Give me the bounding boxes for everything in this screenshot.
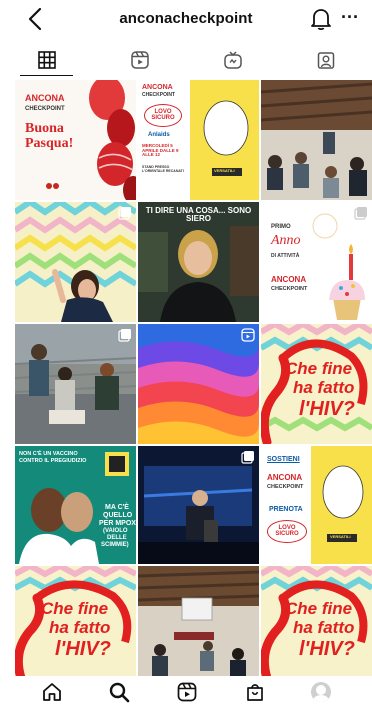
post-first-anniversary[interactable]: PRIMO Anno DI ATTIVITÀ ANCONA CHECKPOINT — [261, 202, 372, 322]
mpox-line8: SCIMMIE) — [101, 542, 129, 548]
post-girl-pointing[interactable] — [15, 202, 136, 322]
posts-grid: ANCONA CHECKPOINT Buona Pasqua! ANCONA CHE… — [15, 80, 372, 676]
reels-icon — [241, 328, 255, 342]
more-options-icon[interactable]: ··· — [340, 6, 360, 30]
anniversary-line3: DI ATTIVITÀ — [271, 253, 300, 259]
hiv-text-line2: ha fatto — [293, 378, 355, 397]
event-place: STAND PRESSO L'ORIENTALE RECANATI — [142, 165, 184, 173]
carousel-icon — [354, 207, 367, 220]
sostieni-text: SOSTIENI — [267, 456, 300, 463]
grid-icon — [37, 51, 56, 69]
carousel-icon — [241, 451, 254, 464]
lovo-badge: LOVO SICURO — [267, 520, 307, 543]
lovo-sostieni-image — [311, 446, 372, 564]
anniversary-line1: PRIMO — [271, 224, 291, 230]
igtv-icon — [223, 51, 242, 69]
carousel-icon — [118, 329, 131, 342]
post-conference-room[interactable] — [138, 566, 259, 676]
home-icon[interactable] — [41, 681, 63, 703]
brand-logo: ANCONA CHECKPOINT — [267, 473, 304, 491]
lovo-badge: LOVO SICURO — [144, 104, 182, 127]
post-mpox-vaccine[interactable]: NON C'È UN VACCINO CONTRO IL PREGIUDIZIO… — [15, 446, 136, 564]
post-che-fine-hiv-1[interactable]: Che fine ha fatto l'HIV? — [261, 324, 372, 444]
tab-reels[interactable] — [93, 44, 186, 76]
hiv-text-line1: Che fine — [285, 359, 353, 378]
org-name: Anlaids — [148, 132, 170, 138]
reels-icon — [130, 51, 149, 69]
mpox-line5: PER MPOX — [99, 520, 136, 527]
tab-grid[interactable] — [0, 44, 93, 76]
mpox-line4: QUELLO — [103, 512, 133, 519]
profile-avatar[interactable] — [311, 682, 332, 702]
post-group-meeting[interactable] — [261, 80, 372, 200]
group-meeting-photo — [261, 80, 372, 200]
carousel-icon — [118, 207, 131, 220]
event-date: MERCOLEDÌ 5 APRILE DALLE 9 ALLE 12 — [142, 143, 179, 158]
students-photo — [15, 324, 136, 444]
profile-tabs — [0, 44, 372, 76]
post-students-steps[interactable] — [15, 324, 136, 444]
cupcake-image — [312, 213, 365, 320]
tab-igtv[interactable] — [186, 44, 279, 76]
notification-bell-icon[interactable] — [310, 7, 332, 31]
versatili-badge: VERSATILI — [214, 168, 235, 173]
mpox-line6: (VAIOLO — [103, 528, 128, 534]
hiv-text-line1: Che fine — [285, 599, 353, 618]
hiv-text-line3: l'HIV? — [299, 638, 355, 660]
tagged-icon — [317, 52, 334, 69]
conference-photo — [138, 566, 259, 676]
mpox-line7: DELLE — [107, 535, 127, 541]
bottom-navigation — [0, 676, 372, 708]
post-reel-waves[interactable] — [138, 324, 259, 444]
post-che-fine-hiv-2[interactable]: Che fine ha fatto l'HIV? — [15, 566, 136, 676]
hiv-text-line1: Che fine — [41, 599, 109, 618]
hiv-text-line3: l'HIV? — [299, 398, 355, 420]
post-tv-interview[interactable] — [138, 446, 259, 564]
mpox-line1: NON C'È UN VACCINO — [19, 451, 78, 457]
post-sostieni-lovo[interactable]: SOSTIENI ANCONA CHECKPOINT PRENOTA LOVO S… — [261, 446, 372, 564]
versatili-badge: VERSATILI — [330, 534, 351, 539]
mpox-line3: MA C'È — [105, 504, 129, 511]
easter-text: Buona Pasqua! — [25, 121, 74, 151]
video-caption: TI DIRE UNA COSA... SONO SIERO — [145, 206, 252, 224]
hiv-text-line3: l'HIV? — [55, 638, 111, 660]
hiv-text-line2: ha fatto — [49, 618, 111, 637]
hiv-text-line2: ha fatto — [293, 618, 355, 637]
brand-logo: ANCONA CHECKPOINT — [142, 84, 176, 99]
brand-logo: ANCONA CHECKPOINT — [25, 93, 65, 113]
post-video-interview[interactable]: TI DIRE UNA COSA... SONO SIERO — [138, 202, 259, 322]
profile-header: anconacheckpoint ··· — [0, 0, 372, 40]
zigzag-girl-image — [15, 202, 136, 322]
brand-logo: ANCONA CHECKPOINT — [271, 275, 308, 293]
reels-icon[interactable] — [176, 681, 198, 703]
post-easter-greeting[interactable]: ANCONA CHECKPOINT Buona Pasqua! — [15, 80, 136, 200]
prenota-text: PRENOTA — [269, 506, 303, 513]
mpox-line2: CONTRO IL PREGIUDIZIO — [19, 458, 87, 464]
post-lovo-sicuro-event[interactable]: ANCONA CHECKPOINT LOVO SICURO Anlaids MER… — [138, 80, 259, 200]
tab-tagged[interactable] — [279, 44, 372, 76]
post-che-fine-hiv-3[interactable]: Che fine ha fatto l'HIV? — [261, 566, 372, 676]
search-icon[interactable] — [108, 681, 130, 703]
shop-icon[interactable] — [244, 681, 266, 703]
colorful-waves-image — [138, 324, 259, 444]
anniversary-line2: Anno — [271, 233, 301, 248]
